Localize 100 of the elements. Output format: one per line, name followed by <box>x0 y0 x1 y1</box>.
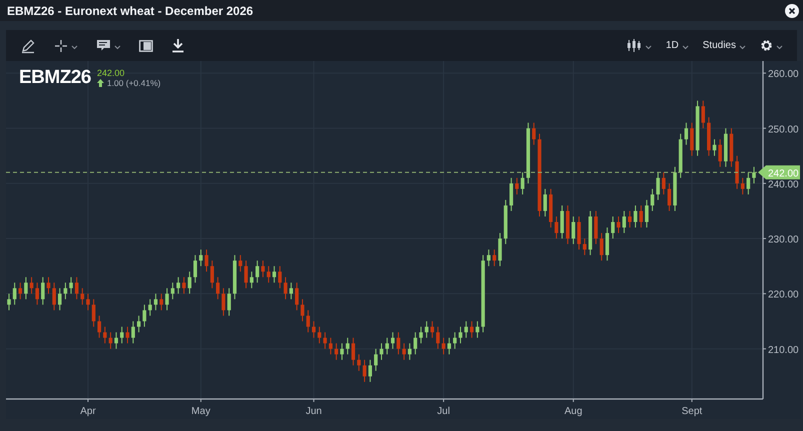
candle <box>458 326 462 344</box>
candle <box>137 315 141 333</box>
candle <box>222 288 226 316</box>
candle <box>74 276 79 300</box>
candle <box>266 266 270 284</box>
candle <box>256 260 260 284</box>
candle <box>735 155 739 190</box>
candle <box>464 320 468 338</box>
candle <box>148 298 152 316</box>
candle <box>504 199 508 245</box>
candle <box>644 199 649 228</box>
caret-icon <box>739 45 746 50</box>
candle <box>380 342 384 360</box>
candle <box>244 260 248 289</box>
candle <box>718 138 722 168</box>
month-label: Aug <box>564 406 582 417</box>
candle <box>368 359 372 382</box>
annotation-button[interactable] <box>94 39 123 52</box>
candle <box>98 315 102 338</box>
candle <box>24 276 28 300</box>
layout-button[interactable] <box>137 40 155 52</box>
candle <box>419 326 423 344</box>
candle <box>678 133 682 178</box>
candle <box>160 293 164 311</box>
candle <box>442 337 446 355</box>
candle <box>730 128 734 168</box>
candle <box>554 216 558 240</box>
candle <box>328 337 332 355</box>
candle <box>656 172 660 200</box>
candle <box>639 204 643 228</box>
candle <box>272 266 276 284</box>
studies-button[interactable]: Studies <box>700 40 748 51</box>
candle <box>80 288 84 306</box>
candle <box>582 238 586 256</box>
download-icon <box>171 38 185 53</box>
candle <box>532 122 536 146</box>
candle <box>408 342 412 360</box>
candle <box>577 216 581 250</box>
candle <box>520 172 524 195</box>
candle <box>436 326 440 350</box>
candle <box>41 276 45 306</box>
candle <box>600 232 604 262</box>
month-label: Jun <box>306 406 322 417</box>
candle <box>318 326 322 344</box>
ref-line-label: 242.00 <box>768 168 800 180</box>
candle <box>362 359 366 382</box>
month-label: May <box>191 406 210 417</box>
up-arrow-icon <box>96 79 104 87</box>
candle <box>396 332 400 355</box>
candle <box>560 204 564 240</box>
candle <box>588 210 592 256</box>
candle <box>668 182 672 212</box>
candle <box>701 100 705 129</box>
close-icon <box>787 6 797 16</box>
candle <box>64 282 68 300</box>
caret-icon <box>776 45 783 50</box>
price-label: 250.00 <box>768 124 799 136</box>
candle <box>210 260 214 289</box>
crosshair-button[interactable] <box>52 38 80 52</box>
close-button[interactable] <box>785 4 799 18</box>
candle <box>566 204 570 245</box>
price-label: 230.00 <box>768 234 799 246</box>
candle <box>650 188 654 212</box>
candle <box>131 320 135 344</box>
candle <box>690 122 694 156</box>
month-label: Jul <box>437 406 450 417</box>
candle <box>18 282 22 300</box>
candle <box>340 342 344 360</box>
candle <box>35 282 39 306</box>
candle <box>120 326 124 344</box>
candle <box>300 298 304 322</box>
candle <box>707 116 711 156</box>
candle <box>357 354 361 372</box>
price-label: 210.00 <box>768 344 799 356</box>
candle <box>470 320 474 338</box>
candle <box>515 177 519 195</box>
candle <box>312 320 316 338</box>
candle <box>182 276 186 294</box>
candle <box>170 282 174 300</box>
candle <box>7 293 11 311</box>
candle <box>176 276 180 294</box>
candle <box>12 282 16 306</box>
candle <box>216 276 220 300</box>
candle <box>227 288 231 316</box>
candle <box>46 276 50 294</box>
candle <box>193 254 198 284</box>
candle <box>154 293 158 311</box>
candle <box>486 249 490 267</box>
candle <box>289 282 293 300</box>
candle <box>238 254 242 272</box>
caret-icon <box>71 45 78 50</box>
candle <box>306 310 310 333</box>
candle <box>752 166 756 184</box>
candle <box>390 332 395 350</box>
interval-button[interactable]: 1D <box>664 40 691 51</box>
last-price: 242.00 <box>96 68 126 78</box>
candle <box>696 100 700 156</box>
price-label: 220.00 <box>768 290 799 301</box>
candle <box>58 288 62 311</box>
pencil-icon <box>20 38 36 54</box>
